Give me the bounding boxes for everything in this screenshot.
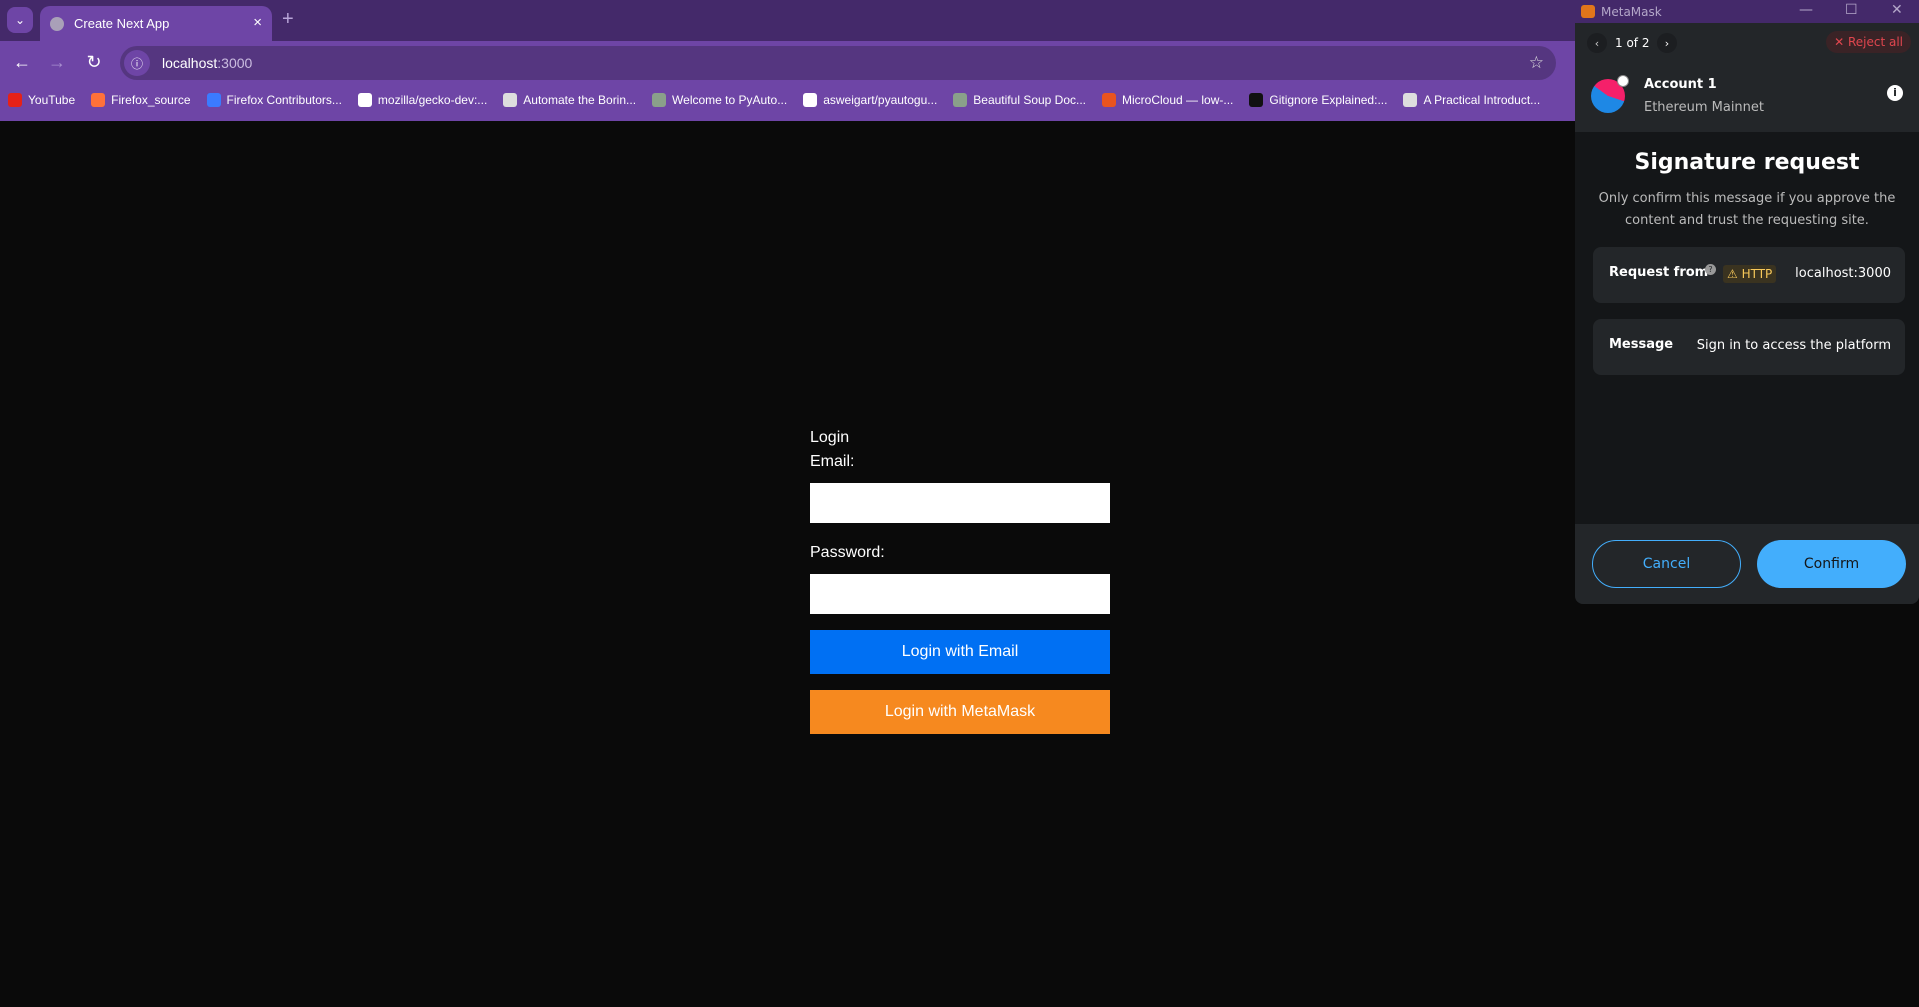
bookmark-item[interactable]: A Practical Introduct... <box>1403 89 1540 111</box>
minimize-icon[interactable]: — <box>1799 2 1813 18</box>
bookmark-label: mozilla/gecko-dev:... <box>377 93 488 107</box>
close-tab-icon[interactable]: × <box>253 14 262 31</box>
info-icon[interactable]: i <box>1887 85 1903 101</box>
account-header: Account 1 Ethereum Mainnet i <box>1575 63 1919 132</box>
bookmark-item[interactable]: asweigart/pyautogu... <box>803 89 937 111</box>
bookmark-item[interactable]: Firefox Contributors... <box>206 89 342 111</box>
signature-description: Only confirm this message if you approve… <box>1598 191 1896 228</box>
bookmark-favicon-icon <box>1102 93 1117 107</box>
bookmark-label: Welcome to PyAuto... <box>672 93 788 107</box>
login-with-email-button[interactable]: Login with Email <box>810 630 1110 674</box>
bookmark-favicon-icon <box>503 93 518 107</box>
request-from-label: Request from <box>1609 265 1709 280</box>
bookmark-label: Firefox_source <box>111 93 191 107</box>
bookmark-label: MicroCloud — low-... <box>1122 93 1234 107</box>
account-name: Account 1 <box>1644 77 1717 92</box>
pager-text: 1 of 2 <box>1615 36 1650 50</box>
password-input[interactable] <box>810 574 1110 614</box>
back-arrow-icon[interactable]: ← <box>10 52 34 73</box>
forward-arrow-icon[interactable]: → <box>45 52 69 73</box>
request-origin: localhost:3000 <box>1795 266 1891 281</box>
bookmark-favicon-icon <box>803 93 818 107</box>
url-host: localhost <box>162 55 218 71</box>
globe-icon <box>50 16 64 31</box>
login-with-metamask-button[interactable]: Login with MetaMask <box>810 690 1110 734</box>
confirm-button[interactable]: Confirm <box>1757 540 1906 588</box>
maximize-icon[interactable]: ☐ <box>1845 2 1858 18</box>
url-port: :3000 <box>217 55 253 71</box>
bookmark-label: Beautiful Soup Doc... <box>973 93 1087 107</box>
bookmark-label: YouTube <box>28 93 76 107</box>
help-icon[interactable]: ? <box>1705 264 1716 275</box>
bookmark-favicon-icon <box>357 93 372 107</box>
email-label: Email: <box>810 453 855 470</box>
bookmark-favicon-icon <box>953 93 968 107</box>
bookmark-label: Gitignore Explained:... <box>1269 93 1388 107</box>
bookmark-item[interactable]: Automate the Borin... <box>503 89 636 111</box>
network-name: Ethereum Mainnet <box>1644 100 1765 115</box>
bookmark-favicon-icon <box>206 93 221 107</box>
bookmark-item[interactable]: Beautiful Soup Doc... <box>953 89 1086 111</box>
bookmark-item[interactable]: MicroCloud — low-... <box>1102 89 1233 111</box>
bookmark-favicon-icon <box>91 93 106 107</box>
tab-title: Create Next App <box>74 16 170 31</box>
bookmarks-bar: YouTube Firefox_source Firefox Contributor… <box>8 89 1556 111</box>
next-request-icon[interactable]: › <box>1657 33 1677 53</box>
bookmark-item[interactable]: Firefox_source <box>91 89 191 111</box>
metamask-fox-icon <box>1581 5 1595 18</box>
http-warning-badge: ⚠ HTTP <box>1723 265 1777 283</box>
bookmark-label: Automate the Borin... <box>523 93 637 107</box>
bookmark-favicon-icon <box>8 93 22 107</box>
request-pager: ‹ 1 of 2 › ✕ Reject all <box>1575 23 1919 63</box>
request-from-row: Request from ? ⚠ HTTP localhost:3000 <box>1593 247 1905 303</box>
bookmark-item[interactable]: mozilla/gecko-dev:... <box>357 89 488 111</box>
metamask-popup: MetaMask — ☐ ✕ ‹ 1 of 2 › ✕ Reject all A… <box>1575 0 1919 604</box>
bookmark-item[interactable]: YouTube <box>8 89 75 111</box>
email-input[interactable] <box>810 483 1110 523</box>
password-label: Password: <box>810 544 885 561</box>
reload-icon[interactable]: ↻ <box>82 52 106 73</box>
window-title: MetaMask <box>1601 4 1662 19</box>
previous-request-icon[interactable]: ‹ <box>1587 33 1607 53</box>
metamask-title-bar: MetaMask — ☐ ✕ <box>1575 0 1919 23</box>
bookmark-favicon-icon <box>1403 93 1418 107</box>
signature-request-title: Signature request <box>1634 150 1860 175</box>
login-form: Login Email: Password: Login with Email … <box>810 426 1110 734</box>
bookmark-label: A Practical Introduct... <box>1423 93 1541 107</box>
bookmark-favicon-icon <box>652 93 667 107</box>
tab-create-next-app[interactable]: Create Next App × <box>40 6 272 41</box>
login-heading: Login <box>810 429 850 446</box>
close-window-icon[interactable]: ✕ <box>1891 2 1903 18</box>
message-row: Message Sign in to access the platform <box>1593 319 1905 375</box>
ethereum-icon <box>1617 75 1629 87</box>
cancel-button[interactable]: Cancel <box>1592 540 1741 588</box>
bookmark-item[interactable]: Welcome to PyAuto... <box>652 89 787 111</box>
bookmark-favicon-icon <box>1249 93 1264 107</box>
address-bar[interactable]: ⓘ localhost:3000 ☆ <box>120 46 1556 80</box>
message-label: Message <box>1609 337 1674 352</box>
bookmark-label: asweigart/pyautogu... <box>823 93 938 107</box>
bookmark-item[interactable]: Gitignore Explained:... <box>1249 89 1387 111</box>
bookmark-label: Firefox Contributors... <box>226 93 342 107</box>
reject-all-button[interactable]: ✕ Reject all <box>1826 31 1911 53</box>
new-tab-button[interactable]: + <box>282 8 294 31</box>
site-info-icon[interactable]: ⓘ <box>124 50 150 76</box>
tab-search-chevron-icon[interactable]: ⌄ <box>7 7 33 33</box>
bookmark-star-icon[interactable]: ☆ <box>1529 53 1544 73</box>
message-value: Sign in to access the platform <box>1696 338 1891 353</box>
